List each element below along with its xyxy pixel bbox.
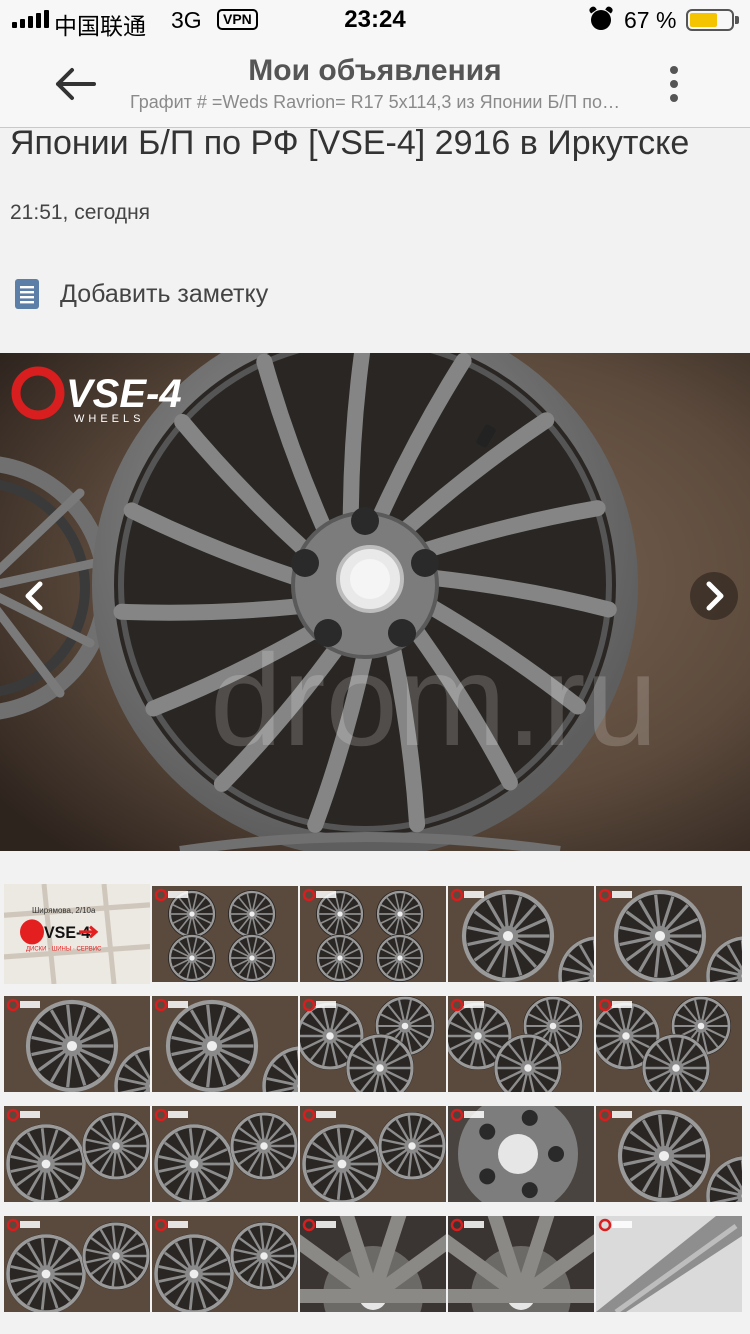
photo-thumbnail[interactable] — [4, 1106, 150, 1202]
photo-thumbnail[interactable] — [596, 1106, 742, 1202]
thumbnail-image — [152, 996, 298, 1092]
photo-thumbnail[interactable] — [448, 996, 594, 1092]
photo-thumbnail[interactable] — [596, 996, 742, 1092]
thumbnail-image — [300, 1106, 446, 1202]
note-icon — [15, 279, 39, 309]
page-title: Мои объявления — [248, 54, 502, 87]
chevron-right-icon — [690, 572, 738, 620]
signal-icon — [12, 10, 49, 28]
wheel-photo: VSE-4 WHEELS drom.ru — [0, 353, 750, 851]
main-photo[interactable]: VSE-4 WHEELS drom.ru — [0, 353, 750, 851]
photo-thumbnail[interactable] — [152, 996, 298, 1092]
network-type: 3G — [171, 7, 202, 33]
photo-thumbnail[interactable] — [300, 996, 446, 1092]
ad-title: Японии Б/П по РФ [VSE-4] 2916 в Иркутске — [10, 124, 690, 162]
page-subtitle: Графит # =Weds Ravrion= R17 5x114,3 из Я… — [130, 92, 620, 112]
thumbnail-image — [300, 996, 446, 1092]
thumbnail-image: VSE-4Ширямова, 2/10аДИСКИ · ШИНЫ · СЕРВИ… — [4, 884, 150, 984]
add-note-label: Добавить заметку — [60, 279, 269, 308]
photo-thumbnail[interactable] — [448, 1106, 594, 1202]
thumbnail-image — [300, 1216, 446, 1312]
app-bar: Мои объявления Графит # =Weds Ravrion= R… — [0, 40, 750, 128]
map-caption: Ширямова, 2/10а — [32, 906, 96, 915]
thumbnail-grid: VSE-4 Ширямова, 2/10а ДИСКИ · ШИНЫ · СЕРВИ… — [0, 878, 750, 1334]
chevron-left-icon — [25, 581, 43, 611]
more-menu-button[interactable] — [654, 60, 694, 108]
add-note-button[interactable]: Добавить заметку — [14, 272, 414, 316]
thumbnail-image — [4, 1216, 150, 1312]
thumbnail-image — [596, 1216, 742, 1312]
battery-icon — [686, 9, 734, 31]
thumbnail-image — [152, 1216, 298, 1312]
carrier-label: 中国联通 — [54, 13, 146, 39]
wheel-spoke — [113, 598, 307, 621]
thumbnail-image — [448, 996, 594, 1092]
battery-cap — [735, 16, 739, 24]
photo-thumbnail[interactable] — [152, 886, 298, 982]
map-sub: ДИСКИ · ШИНЫ · СЕРВИС — [26, 946, 102, 953]
photo-thumbnail[interactable] — [300, 1106, 446, 1202]
thumbnail-image — [448, 886, 594, 982]
battery-fill — [690, 13, 717, 27]
logo-subtext: WHEELS — [74, 413, 144, 425]
thumbnail-image — [596, 996, 742, 1092]
battery-percent: 67 % — [624, 7, 677, 33]
thumbnail-image — [596, 1106, 742, 1202]
photo-thumbnail[interactable] — [4, 1216, 150, 1312]
thumbnail-image — [448, 1216, 594, 1312]
photo-thumbnail[interactable] — [596, 1216, 742, 1312]
photo-thumbnail[interactable] — [448, 1216, 594, 1312]
watermark: drom.ru — [210, 627, 658, 773]
photo-thumbnail[interactable] — [300, 886, 446, 982]
status-bar: 中国联通 3G VPN 23:24 67 % — [0, 0, 750, 40]
previous-photo-button[interactable] — [10, 572, 58, 620]
thumbnail-image — [152, 886, 298, 982]
photo-thumbnail[interactable] — [4, 996, 150, 1092]
ad-date: 21:51, сегодня — [10, 201, 151, 224]
back-button[interactable] — [48, 60, 104, 108]
photo-thumbnail[interactable] — [596, 886, 742, 982]
thumbnail-image — [4, 1106, 150, 1202]
photo-thumbnail[interactable] — [448, 886, 594, 982]
next-photo-button[interactable] — [690, 572, 738, 620]
photo-thumbnail[interactable] — [152, 1106, 298, 1202]
photo-thumbnail[interactable] — [152, 1216, 298, 1312]
thumbnail-image — [448, 1106, 594, 1202]
alarm-icon — [591, 10, 611, 30]
thumbnail-image — [596, 886, 742, 982]
vpn-badge: VPN — [217, 9, 258, 30]
arrow-left-icon — [56, 68, 96, 100]
thumbnail-image — [152, 1106, 298, 1202]
photo-thumbnail[interactable] — [300, 1216, 446, 1312]
thumbnail-image — [4, 996, 150, 1092]
thumbnail-image — [300, 886, 446, 982]
photo-thumbnail[interactable]: VSE-4 Ширямова, 2/10а ДИСКИ · ШИНЫ · СЕРВИ… — [4, 884, 150, 984]
logo-text: VSE-4 — [66, 372, 182, 416]
